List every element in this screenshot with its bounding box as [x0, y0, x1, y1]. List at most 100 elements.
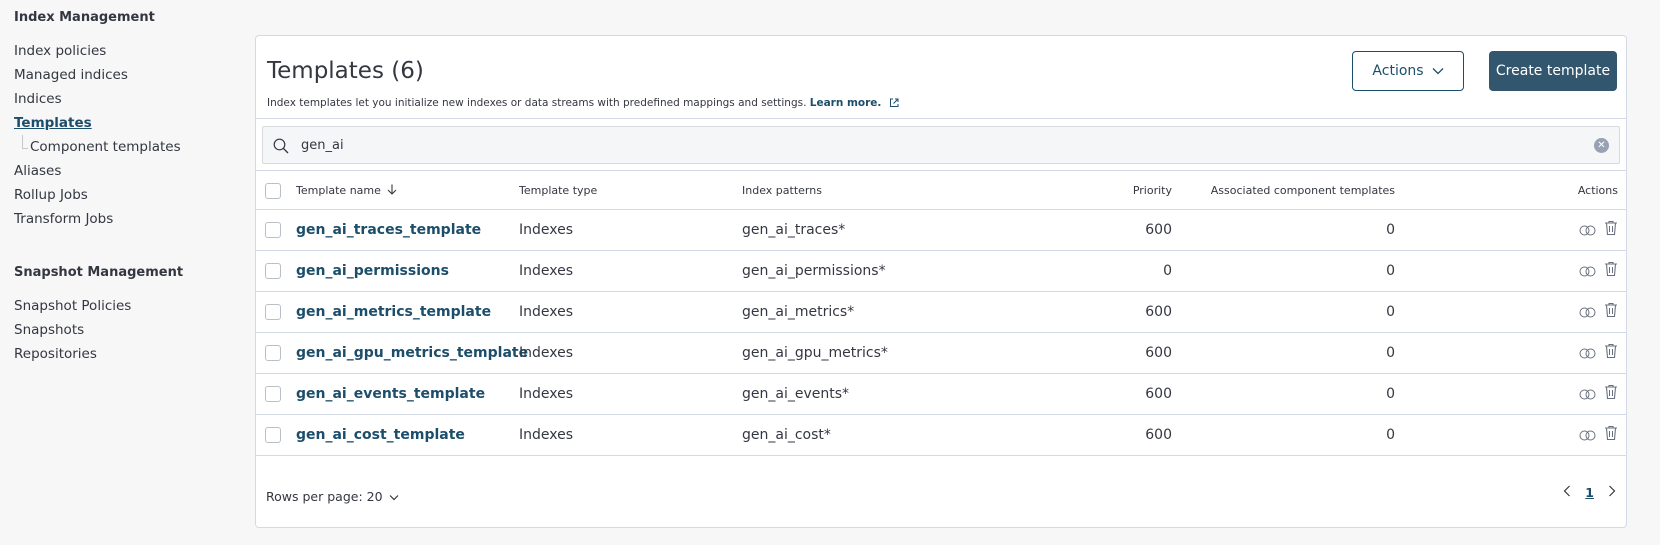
chevron-down-icon — [1432, 63, 1444, 79]
sidebar-item-aliases[interactable]: Aliases — [14, 159, 234, 183]
row-checkbox[interactable] — [265, 386, 281, 402]
row-checkbox[interactable] — [265, 263, 281, 279]
sidebar: Index Management Index policies Managed … — [14, 10, 234, 366]
priority-cell: 600 — [1145, 345, 1172, 361]
search-bar: ✕ — [262, 126, 1620, 164]
row-actions — [1579, 415, 1618, 455]
pagination: 1 — [1563, 485, 1616, 500]
templates-table: Template name Template type Index patter… — [256, 172, 1626, 456]
create-template-button[interactable]: Create template — [1489, 51, 1617, 91]
compare-icon[interactable] — [1579, 344, 1596, 363]
compare-icon[interactable] — [1579, 303, 1596, 322]
associated-count-cell: 0 — [1386, 386, 1395, 402]
template-name-link[interactable]: gen_ai_gpu_metrics_template — [296, 345, 528, 361]
trash-icon[interactable] — [1604, 220, 1618, 240]
associated-count-cell: 0 — [1386, 345, 1395, 361]
divider — [256, 118, 1626, 119]
sidebar-subitem-wrapper: Component templates — [14, 135, 234, 159]
table-body: gen_ai_traces_template Indexes gen_ai_trac… — [256, 210, 1626, 456]
rows-per-page-selector[interactable]: Rows per page: 20 — [266, 489, 399, 504]
row-select-cell — [265, 251, 281, 291]
tree-branch-line — [22, 135, 28, 149]
sidebar-item-component-templates[interactable]: Component templates — [30, 135, 234, 159]
sort-arrow-down-icon — [387, 184, 397, 198]
chevron-down-icon — [389, 489, 399, 504]
row-checkbox[interactable] — [265, 304, 281, 320]
compare-icon[interactable] — [1579, 221, 1596, 240]
clear-icon[interactable]: ✕ — [1594, 138, 1609, 153]
sidebar-item-indices[interactable]: Indices — [14, 87, 234, 111]
sidebar-item-repositories[interactable]: Repositories — [14, 342, 234, 366]
template-type-cell: Indexes — [519, 222, 574, 238]
sidebar-item-templates[interactable]: Templates — [14, 111, 234, 135]
sidebar-item-transform-jobs[interactable]: Transform Jobs — [14, 207, 234, 231]
template-name-link[interactable]: gen_ai_permissions — [296, 263, 449, 279]
snapshot-management-heading: Snapshot Management — [14, 265, 184, 280]
page-number-button[interactable]: 1 — [1585, 485, 1594, 500]
external-link-icon — [889, 98, 899, 111]
row-select-cell — [265, 415, 281, 455]
template-type-cell: Indexes — [519, 386, 574, 402]
rows-per-page-label: Rows per page: 20 — [266, 489, 383, 504]
compare-icon[interactable] — [1579, 385, 1596, 404]
row-actions — [1579, 210, 1618, 250]
index-pattern-cell: gen_ai_metrics* — [742, 304, 855, 320]
compare-icon[interactable] — [1579, 426, 1596, 445]
table-row: gen_ai_cost_template Indexes gen_ai_cost* 6… — [256, 415, 1626, 456]
table-row: gen_ai_traces_template Indexes gen_ai_trac… — [256, 210, 1626, 251]
template-type-cell: Indexes — [519, 263, 574, 279]
column-header-actions: Actions — [1577, 184, 1618, 197]
chevron-left-icon[interactable] — [1563, 485, 1571, 500]
page-description: Index templates let you initialize new i… — [267, 97, 899, 111]
sidebar-item-rollup-jobs[interactable]: Rollup Jobs — [14, 183, 234, 207]
row-select-cell — [265, 292, 281, 332]
column-header-associated[interactable]: Associated component templates — [1211, 172, 1395, 209]
index-pattern-cell: gen_ai_cost* — [742, 427, 831, 443]
column-header-name[interactable]: Template name — [296, 172, 397, 209]
search-input[interactable] — [301, 127, 1561, 163]
priority-cell: 600 — [1145, 304, 1172, 320]
actions-button[interactable]: Actions — [1352, 51, 1464, 91]
row-checkbox[interactable] — [265, 222, 281, 238]
template-name-link[interactable]: gen_ai_events_template — [296, 386, 485, 402]
template-type-cell: Indexes — [519, 427, 574, 443]
template-name-link[interactable]: gen_ai_metrics_template — [296, 304, 491, 320]
priority-cell: 0 — [1163, 263, 1172, 279]
template-type-cell: Indexes — [519, 345, 574, 361]
row-checkbox[interactable] — [265, 427, 281, 443]
template-type-cell: Indexes — [519, 304, 574, 320]
trash-icon[interactable] — [1604, 343, 1618, 363]
sidebar-item-snapshots[interactable]: Snapshots — [14, 318, 234, 342]
row-select-cell — [265, 210, 281, 250]
learn-more-link[interactable]: Learn more. — [810, 97, 882, 109]
table-row: gen_ai_permissions Indexes gen_ai_permissi… — [256, 251, 1626, 292]
template-name-link[interactable]: gen_ai_traces_template — [296, 222, 481, 238]
column-header-priority[interactable]: Priority — [1133, 172, 1172, 209]
description-text: Index templates let you initialize new i… — [267, 97, 807, 109]
index-pattern-cell: gen_ai_gpu_metrics* — [742, 345, 888, 361]
sidebar-item-managed-indices[interactable]: Managed indices — [14, 63, 234, 87]
select-all-cell — [265, 172, 281, 209]
trash-icon[interactable] — [1604, 261, 1618, 281]
priority-cell: 600 — [1145, 386, 1172, 402]
template-name-link[interactable]: gen_ai_cost_template — [296, 427, 465, 443]
column-header-patterns[interactable]: Index patterns — [742, 172, 822, 209]
trash-icon[interactable] — [1604, 425, 1618, 445]
table-row: gen_ai_metrics_template Indexes gen_ai_met… — [256, 292, 1626, 333]
priority-cell: 600 — [1145, 427, 1172, 443]
actions-button-label: Actions — [1372, 63, 1424, 79]
column-header-type[interactable]: Template type — [519, 172, 597, 209]
row-actions — [1579, 333, 1618, 373]
row-actions — [1579, 292, 1618, 332]
associated-count-cell: 0 — [1386, 222, 1395, 238]
select-all-checkbox[interactable] — [265, 182, 281, 199]
sidebar-item-snapshot-policies[interactable]: Snapshot Policies — [14, 294, 234, 318]
compare-icon[interactable] — [1579, 262, 1596, 281]
chevron-right-icon[interactable] — [1608, 485, 1616, 500]
trash-icon[interactable] — [1604, 384, 1618, 404]
row-select-cell — [265, 374, 281, 414]
trash-icon[interactable] — [1604, 302, 1618, 322]
row-checkbox[interactable] — [265, 345, 281, 361]
divider — [256, 170, 1626, 171]
sidebar-item-index-policies[interactable]: Index policies — [14, 39, 234, 63]
